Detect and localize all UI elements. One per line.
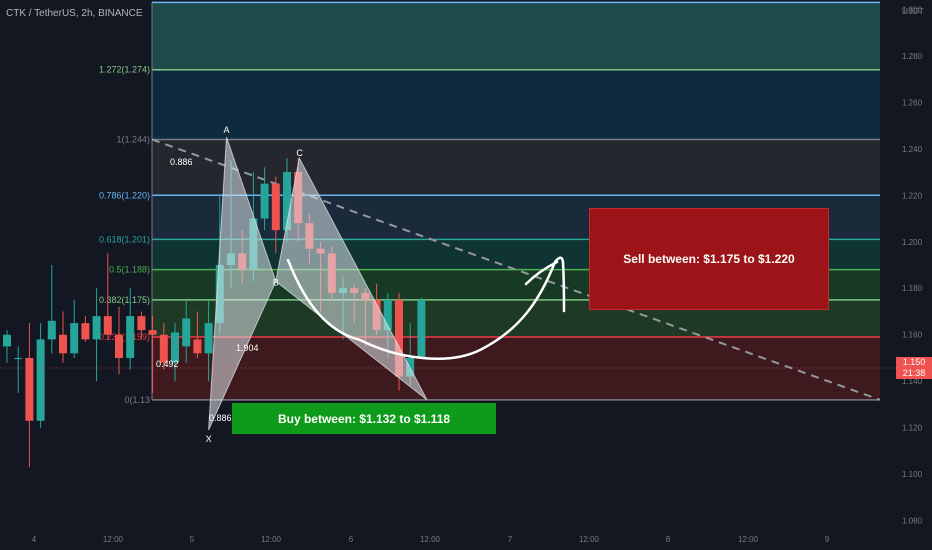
- y-axis-tick-label: 1.100: [902, 470, 923, 479]
- buy-zone-label: Buy between: $1.132 to $1.118: [277, 411, 451, 426]
- harmonic-point-a: A: [224, 125, 230, 135]
- fib-level-label: 1.272(1.274): [99, 65, 150, 75]
- candle-body: [417, 299, 426, 358]
- x-axis-panel: [0, 530, 932, 550]
- fib-level-label: 1(1.244): [116, 134, 150, 144]
- harmonic-ratio-xa: 0.886: [170, 157, 193, 167]
- x-axis-tick-label: 8: [666, 535, 671, 544]
- harmonic-ratio-ab: 0.492: [156, 359, 179, 369]
- bar-countdown: 21:38: [902, 368, 926, 378]
- y-axis-tick-label: 1.260: [902, 98, 923, 107]
- candle-body: [137, 316, 146, 331]
- candle-body: [14, 357, 23, 359]
- harmonic-point-c: C: [296, 148, 303, 158]
- candle-body: [92, 316, 101, 340]
- y-axis-tick-label: 1.200: [902, 238, 923, 247]
- fib-level-label: 0.618(1.201): [99, 234, 150, 244]
- harmonic-point-b: B: [273, 277, 279, 287]
- y-axis-panel: [896, 0, 932, 550]
- candle-body: [204, 323, 213, 354]
- fib-zone-band: [152, 2, 880, 70]
- candle-body: [126, 316, 135, 358]
- y-axis-tick-label: 1.080: [902, 517, 923, 526]
- x-axis-tick-label: 12:00: [103, 535, 124, 544]
- y-axis-tick-label: 1.180: [902, 284, 923, 293]
- x-axis-tick-label: 6: [349, 535, 354, 544]
- x-axis-tick-label: 12:00: [579, 535, 600, 544]
- y-axis-tick-label: 1.280: [902, 52, 923, 61]
- x-axis-tick-label: 5: [190, 535, 195, 544]
- harmonic-ratio-xd: 0.886: [209, 413, 232, 423]
- sell-zone-box: Sell between: $1.175 to $1.220: [589, 208, 829, 310]
- fib-level-label: 0(1.13: [124, 395, 150, 405]
- fib-level-label: 0.786(1.220): [99, 190, 150, 200]
- candle-body: [70, 323, 79, 354]
- candle-body: [25, 357, 34, 421]
- x-axis-tick-label: 12:00: [420, 535, 441, 544]
- y-axis-tick-label: 1.220: [902, 191, 923, 200]
- candle-body: [59, 334, 67, 354]
- candle-body: [3, 334, 11, 347]
- symbol-header: CTK / TetherUS, 2h, BINANCE: [6, 8, 143, 19]
- y-axis-tick-label: 1.240: [902, 145, 923, 154]
- x-axis-tick-label: 12:00: [261, 535, 282, 544]
- candle-body: [260, 183, 269, 219]
- candle-body: [103, 316, 112, 335]
- candle-body: [115, 334, 123, 358]
- fib-level-label: 0.5(1.188): [109, 265, 150, 275]
- harmonic-ratio-cd: 1.904: [236, 343, 259, 353]
- candle-body: [47, 320, 56, 340]
- candle-body: [148, 330, 157, 335]
- last-price: 1.150: [902, 357, 926, 367]
- sell-zone-label: Sell between: $1.175 to $1.220: [623, 252, 795, 266]
- y-axis-tick-label: 1.120: [902, 424, 923, 433]
- candle-body: [182, 318, 191, 347]
- buy-zone-box: Buy between: $1.132 to $1.118: [232, 403, 496, 434]
- harmonic-point-x: X: [206, 434, 212, 444]
- candle-body: [271, 183, 280, 231]
- y-axis-tick-label: 1.160: [902, 331, 923, 340]
- x-axis-tick-label: 7: [508, 535, 513, 544]
- fib-level-label: 0.382(1.175): [99, 295, 150, 305]
- candle-body: [36, 339, 45, 421]
- last-price-badge: 1.150 21:38: [896, 357, 932, 379]
- x-axis-tick-label: 9: [825, 535, 830, 544]
- candle-body: [193, 339, 202, 354]
- fib-zone-band: [152, 69, 880, 140]
- x-axis-tick-label: 4: [32, 535, 37, 544]
- candle-body: [81, 323, 90, 340]
- x-axis-tick-label: 12:00: [738, 535, 759, 544]
- y-axis-tick-label: 1.300: [902, 5, 923, 14]
